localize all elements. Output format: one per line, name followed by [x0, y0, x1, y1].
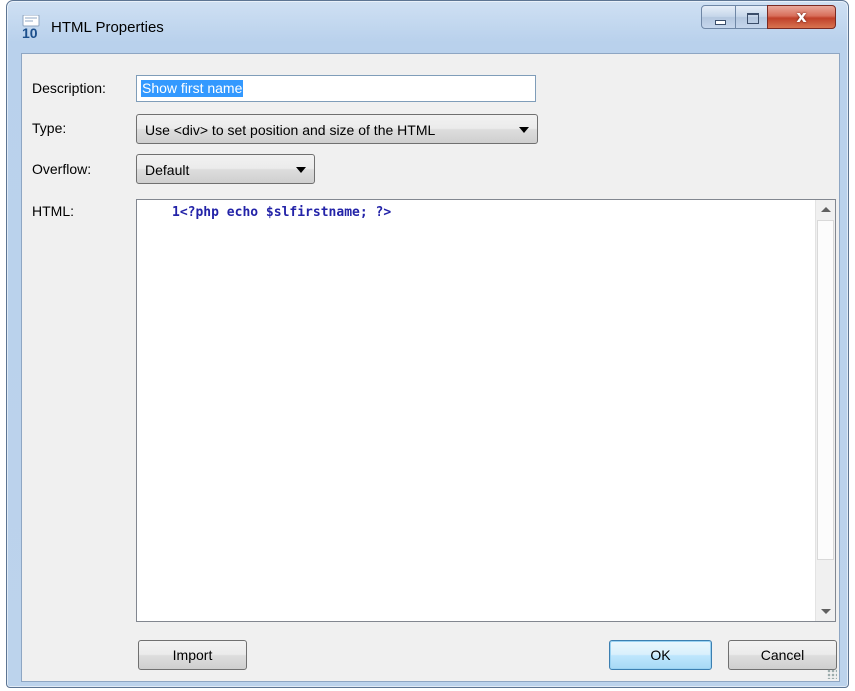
html-code-editor[interactable]: 1<?php echo $slfirstname; ?>: [136, 199, 836, 622]
cancel-button[interactable]: Cancel: [728, 640, 837, 670]
type-selected-value: Use <div> to set position and size of th…: [145, 122, 436, 138]
description-label: Description:: [32, 80, 106, 96]
minimize-button[interactable]: [701, 5, 736, 29]
chevron-down-icon: [519, 127, 529, 133]
resize-grip-icon[interactable]: [827, 669, 837, 679]
scroll-thumb[interactable]: [817, 220, 834, 560]
description-input[interactable]: Show first name: [136, 75, 536, 102]
arrow-up-icon: [821, 207, 831, 212]
chevron-down-icon: [296, 167, 306, 173]
overflow-select[interactable]: Default: [136, 154, 315, 184]
app-icon-text: 10: [22, 25, 38, 39]
code-line-1: 1<?php echo $slfirstname; ?>: [172, 205, 391, 220]
vertical-scrollbar[interactable]: [815, 200, 835, 621]
html-properties-dialog: 10 HTML Properties x Description: Show f…: [6, 0, 849, 688]
type-select[interactable]: Use <div> to set position and size of th…: [136, 114, 538, 144]
line-number: 1: [172, 205, 180, 220]
ok-button[interactable]: OK: [609, 640, 712, 670]
maximize-icon: [747, 13, 759, 24]
overflow-selected-value: Default: [145, 162, 190, 178]
scroll-up-button[interactable]: [816, 200, 835, 219]
description-value: Show first name: [141, 80, 244, 97]
app-10-icon: 10: [21, 14, 43, 41]
maximize-button[interactable]: [735, 5, 768, 29]
overflow-label: Overflow:: [32, 161, 92, 177]
type-label: Type:: [32, 120, 67, 136]
title-bar[interactable]: 10 HTML Properties x: [7, 1, 848, 53]
dialog-body: Description: Show first name Type: Use <…: [21, 53, 840, 682]
import-button[interactable]: Import: [138, 640, 247, 670]
close-icon: x: [796, 7, 807, 26]
html-label: HTML:: [32, 203, 74, 219]
window-title: HTML Properties: [51, 19, 164, 36]
minimize-icon: [715, 20, 726, 25]
code-text: <?php echo $slfirstname; ?>: [179, 205, 392, 220]
arrow-down-icon: [821, 609, 831, 614]
scroll-down-button[interactable]: [816, 602, 835, 621]
close-button[interactable]: x: [767, 5, 836, 29]
